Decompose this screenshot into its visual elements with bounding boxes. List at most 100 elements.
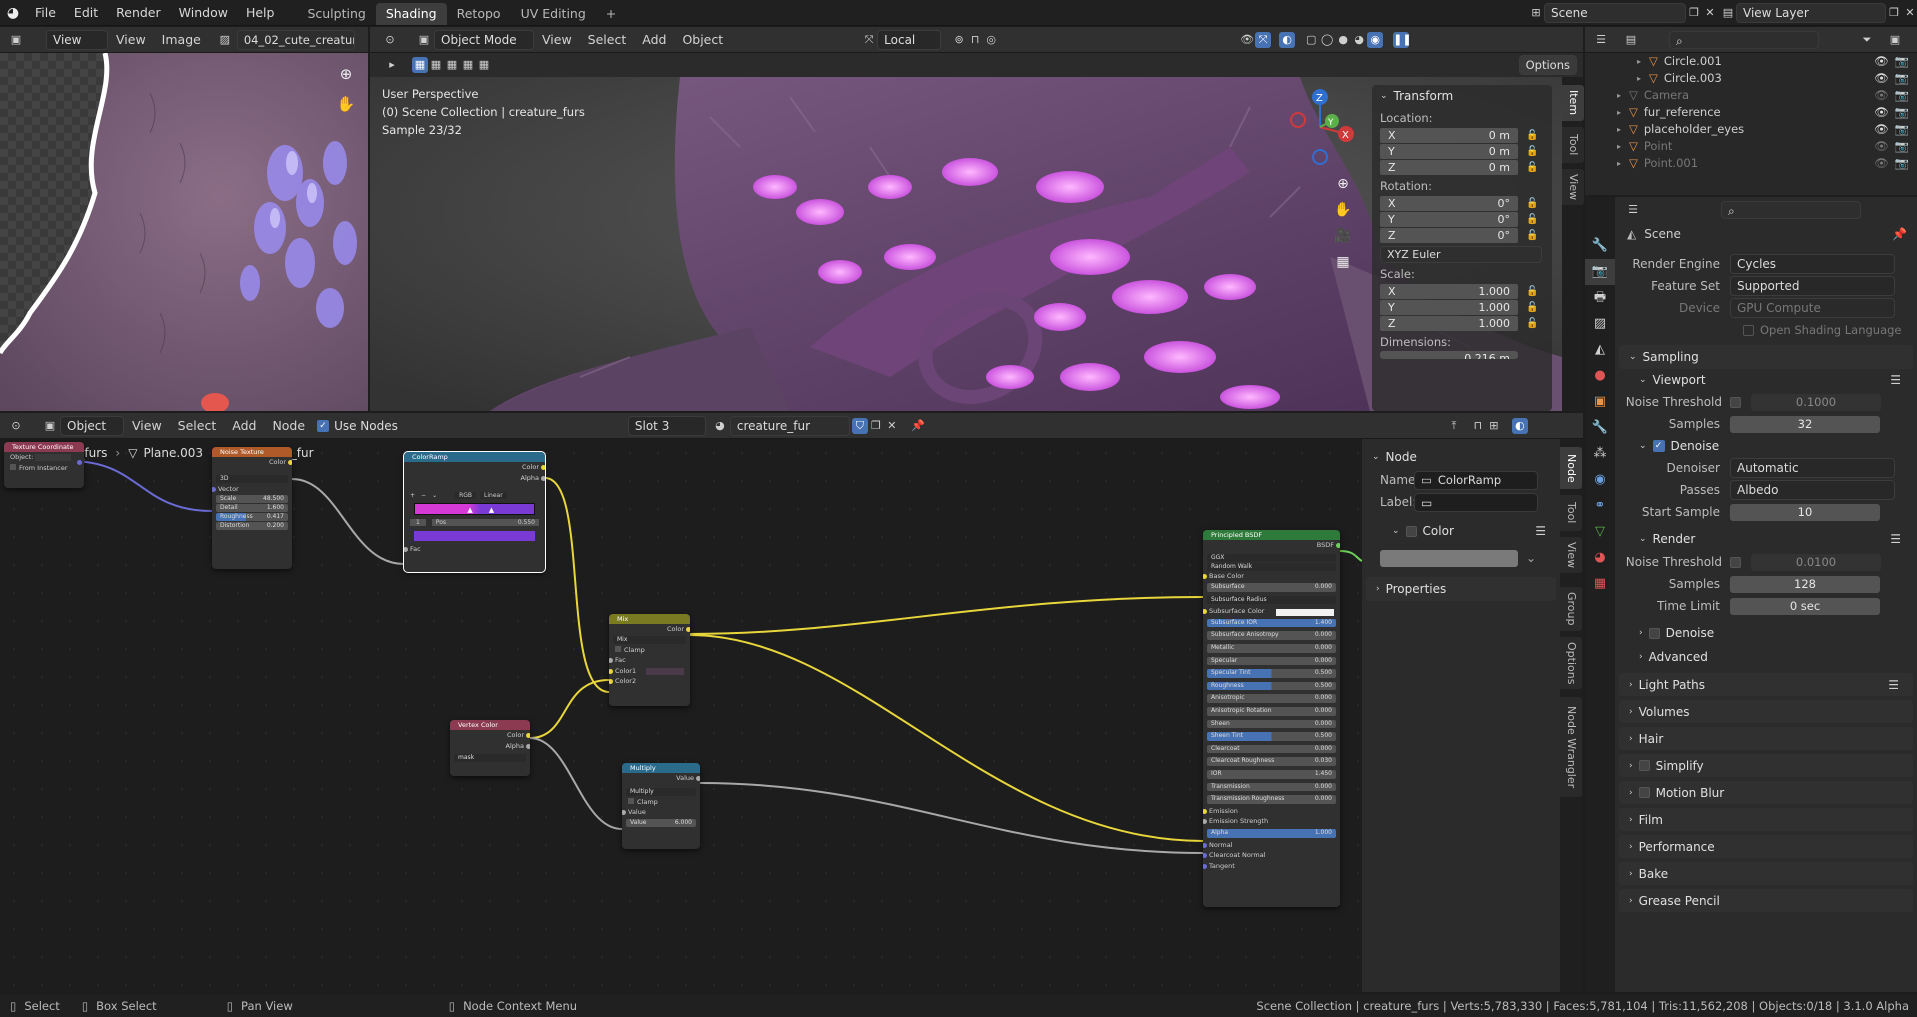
menu-window[interactable]: Window <box>170 0 237 26</box>
image-name-field[interactable]: 04_02_cute_creature_f <box>236 29 355 50</box>
object-mode-dropdown[interactable]: Object Mode <box>434 29 534 50</box>
menu-select[interactable]: Select <box>170 413 225 439</box>
operation-dropdown[interactable]: Multiply <box>626 787 696 796</box>
bsdf-input-ior[interactable]: IOR 1.450 <box>1207 770 1336 779</box>
clamp-row[interactable]: Clamp <box>609 645 690 656</box>
expand-arrow-icon[interactable]: ▸ <box>1617 104 1621 121</box>
value-field[interactable]: Value 6.000 <box>626 818 696 827</box>
outliner-row[interactable]: ▸ ▽ Point 👁 📷 <box>1585 138 1917 155</box>
render-camera-icon[interactable]: 📷 <box>1895 138 1909 155</box>
value-socket[interactable] <box>696 776 700 781</box>
list-icon[interactable]: ☰ <box>1890 532 1901 546</box>
grid-view-icon[interactable]: ▦ <box>1332 249 1354 275</box>
clamp-row[interactable]: Clamp <box>622 797 700 808</box>
input-socket[interactable] <box>1203 842 1207 848</box>
section-checkbox[interactable] <box>1638 760 1650 771</box>
ramp-menu-icon[interactable]: ⌄ <box>432 492 437 499</box>
bsdf-input-subsurface-radius[interactable]: Subsurface Radius <box>1207 595 1336 605</box>
modifier-tab-icon[interactable]: 🔧 <box>1585 415 1615 441</box>
feature-set-dropdown[interactable]: Supported <box>1730 276 1895 296</box>
viewport-subsection[interactable]: ⌄ Viewport ☰ <box>1615 369 1917 391</box>
passes-dropdown[interactable]: Albedo <box>1730 480 1895 500</box>
start-sample-field[interactable]: 10 <box>1730 503 1880 521</box>
lock-icon[interactable]: 🔓 <box>1526 230 1538 241</box>
interpolation-dropdown[interactable]: Linear <box>480 491 507 499</box>
bsdf-input-sheen[interactable]: Sheen 0.000 <box>1207 719 1336 729</box>
value-in-socket[interactable] <box>622 810 626 815</box>
properties-search-input[interactable]: ⌕ <box>1721 201 1861 219</box>
transform-rotation-field[interactable]: Y 0° <box>1380 211 1518 227</box>
physics-tab-icon[interactable]: ◉ <box>1585 467 1615 493</box>
bsdf-input-clearcoat[interactable]: Clearcoat 0.000 <box>1207 744 1336 754</box>
bsdf-input-transmission[interactable]: Transmission 0.000 <box>1207 782 1336 792</box>
osl-checkbox[interactable] <box>1743 324 1754 336</box>
bsdf-input-alpha[interactable]: Alpha 1.000 <box>1207 828 1336 838</box>
pin-icon[interactable]: 📌 <box>910 418 926 434</box>
visibility-eye-icon[interactable]: 👁 <box>1874 53 1889 70</box>
section-checkbox[interactable] <box>1638 787 1650 798</box>
transform-header[interactable]: ⌄ Transform <box>1372 85 1552 107</box>
view-layer-field[interactable]: View Layer <box>1736 3 1886 23</box>
color-mode-dropdown[interactable]: RGB <box>455 491 477 499</box>
blend-mode-dropdown[interactable]: Mix <box>613 635 686 644</box>
bsdf-input-roughness[interactable]: Roughness 0.500 <box>1207 681 1336 691</box>
roughness-field[interactable]: Roughness 0.417 <box>216 513 288 521</box>
new-collection-icon[interactable]: ▣ <box>1887 32 1903 48</box>
transform-scale-field[interactable]: Y 1.000 <box>1380 299 1518 315</box>
select-extend-icon[interactable]: ▦ <box>428 57 444 73</box>
menu-add[interactable]: Add <box>634 27 674 53</box>
select-intersect-icon[interactable]: ▦ <box>476 57 492 73</box>
vp-samples-field[interactable]: 32 <box>1730 415 1880 433</box>
clamp-checkbox[interactable] <box>615 645 621 652</box>
advanced-subsection[interactable]: › Advanced <box>1615 645 1917 669</box>
section-grease-pencil[interactable]: › Grease Pencil <box>1619 889 1913 912</box>
render-camera-icon[interactable]: 📷 <box>1895 53 1909 70</box>
rendered-shading-icon[interactable]: ◉ <box>1367 31 1384 48</box>
tab-shading[interactable]: Shading <box>375 3 447 25</box>
menu-file[interactable]: File <box>26 0 65 26</box>
r-denoise-subsection[interactable]: › Denoise <box>1615 621 1917 645</box>
tool-icon[interactable]: ▸ <box>384 57 400 73</box>
bsdf-input-emission[interactable]: Emission <box>1203 807 1340 816</box>
lock-icon[interactable]: 🔓 <box>1526 146 1538 157</box>
texture-coordinate-node[interactable]: Texture Coordinate Object: From Instance… <box>4 442 84 488</box>
node-color-swatch[interactable] <box>1380 549 1518 567</box>
list-icon[interactable]: ☰ <box>1888 678 1899 692</box>
camera-view-icon[interactable]: 🎥 <box>1332 223 1354 249</box>
bsdf-input-anisotropic[interactable]: Anisotropic 0.000 <box>1207 694 1336 704</box>
dimensions-field[interactable]: 0.216 m <box>1380 351 1518 359</box>
ramp-stop-icon[interactable]: ▲ <box>467 506 472 514</box>
material-name-field[interactable]: creature_fur <box>729 415 850 436</box>
material-shading-icon[interactable]: ◕ <box>1351 32 1367 48</box>
snap-icon[interactable]: ⊓ <box>967 32 983 48</box>
visibility-eye-icon[interactable]: 👁 <box>1874 70 1889 87</box>
fake-user-icon[interactable]: ⛉ <box>851 417 868 434</box>
transform-location-field[interactable]: Y 0 m <box>1380 143 1518 159</box>
scene-tab-icon[interactable]: ◭ <box>1585 337 1615 363</box>
vp-noise-checkbox[interactable] <box>1730 396 1741 408</box>
editor-type-icon[interactable]: ▣ <box>8 32 24 48</box>
overlay-toggle-icon[interactable]: ◐ <box>1511 417 1528 434</box>
expand-arrow-icon[interactable]: ▸ <box>1617 87 1621 104</box>
bsdf-input-base-color[interactable]: Base Color <box>1203 572 1340 581</box>
tab-tool[interactable]: Tool <box>1560 495 1582 531</box>
bsdf-input-clearcoat-roughness[interactable]: Clearcoat Roughness 0.030 <box>1207 757 1336 766</box>
overlay-toggle-icon[interactable]: ◐ <box>1279 31 1296 48</box>
outliner-row[interactable]: ▸ ▽ Circle.001 👁 📷 <box>1585 53 1917 70</box>
shader-type-dropdown[interactable]: Object <box>60 415 124 436</box>
color-subpanel[interactable]: ⌄ Color ☰ <box>1362 519 1560 543</box>
texture-tab-icon[interactable]: ▦ <box>1585 571 1615 597</box>
snap-mode-icon[interactable]: ⊞ <box>1486 418 1502 434</box>
detail-field[interactable]: Detail 1.600 <box>216 504 288 512</box>
pan-hand-icon[interactable]: ✋ <box>335 95 357 117</box>
color1-swatch[interactable] <box>646 667 684 675</box>
pan-hand-icon[interactable]: ✋ <box>1332 197 1354 223</box>
bsdf-input-metallic[interactable]: Metallic 0.000 <box>1207 644 1336 653</box>
section-volumes[interactable]: › Volumes <box>1619 700 1913 723</box>
input-socket[interactable] <box>1203 609 1207 615</box>
xray-icon[interactable]: ▢ <box>1303 32 1319 48</box>
copy-icon[interactable]: ❐ <box>1886 5 1902 21</box>
proportional-icon[interactable]: ◎ <box>983 32 999 48</box>
denoise-checkbox[interactable]: ✓ <box>1652 440 1665 452</box>
section-film[interactable]: › Film <box>1619 808 1913 831</box>
